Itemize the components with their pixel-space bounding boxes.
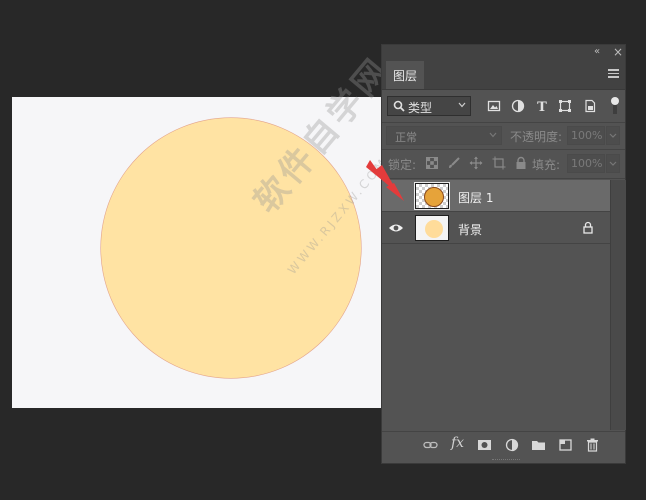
document-canvas[interactable] <box>12 97 381 408</box>
thumbnail-circle <box>424 187 444 207</box>
blend-mode-value: 正常 <box>395 131 417 144</box>
fill-dropdown-button[interactable] <box>606 154 620 173</box>
red-annotation-arrow-icon <box>366 160 404 201</box>
fill-label: 填充: <box>532 158 561 172</box>
type-filter-icon[interactable]: T <box>535 99 549 113</box>
close-panel-icon[interactable]: × <box>613 45 623 59</box>
search-icon <box>393 100 405 112</box>
thumbnail-circle <box>425 220 443 238</box>
layer-row-background[interactable]: 背景 <box>382 212 610 244</box>
blend-row: 正常 不透明度: 100% <box>382 124 625 148</box>
blend-mode-select[interactable]: 正常 <box>386 126 502 145</box>
adjustment-layer-icon[interactable] <box>505 438 520 452</box>
panel-titlebar: « × <box>382 45 625 61</box>
opacity-label: 不透明度: <box>510 130 563 144</box>
filter-toggle-switch[interactable] <box>611 97 619 105</box>
divider <box>382 178 625 179</box>
panel-resize-handle[interactable] <box>492 459 520 463</box>
filter-toggle-track <box>613 104 617 114</box>
layer-thumbnail[interactable] <box>414 182 450 210</box>
new-layer-icon[interactable] <box>558 438 573 452</box>
smartobject-filter-icon[interactable] <box>583 99 597 113</box>
layers-bottom-toolbar: fx <box>382 431 625 458</box>
layer-filter-row: 类型 T <box>382 94 625 120</box>
opacity-dropdown-button[interactable] <box>606 126 620 145</box>
lock-all-icon[interactable] <box>514 156 528 170</box>
layers-scrollbar[interactable] <box>610 180 626 430</box>
layer-name[interactable]: 图层 1 <box>458 189 493 206</box>
fx-icon[interactable]: fx <box>451 435 466 451</box>
layers-panel: « × 图层 类型 T 正常 不透明度: 100% 锁定: 填充: 100% 图… <box>381 44 626 464</box>
yellow-circle-shape[interactable] <box>101 118 361 378</box>
chevron-down-icon <box>489 132 497 138</box>
image-filter-icon[interactable] <box>487 99 501 113</box>
adjustment-filter-icon[interactable] <box>511 99 525 113</box>
artboard-icon[interactable] <box>492 156 506 170</box>
fill-input[interactable]: 100% <box>567 154 605 173</box>
svg-text:T: T <box>537 100 547 113</box>
chevron-down-icon <box>609 133 617 138</box>
chevron-down-icon <box>458 102 466 108</box>
chevron-down-icon <box>609 161 617 166</box>
opacity-input[interactable]: 100% <box>567 126 605 145</box>
trash-icon[interactable] <box>585 438 600 452</box>
link-layers-icon[interactable] <box>423 438 438 452</box>
layer-name[interactable]: 背景 <box>458 221 482 238</box>
layer-row-layer1[interactable]: 图层 1 <box>382 180 610 212</box>
group-folder-icon[interactable] <box>531 438 546 452</box>
shape-filter-icon[interactable] <box>558 99 572 113</box>
collapse-panel-icon[interactable]: « <box>594 46 600 57</box>
divider <box>382 122 625 123</box>
layers-list: 图层 1 背景 <box>382 180 610 430</box>
divider <box>382 149 625 150</box>
brush-icon[interactable] <box>447 156 461 170</box>
eye-visibility-icon[interactable] <box>388 222 404 234</box>
move-icon[interactable] <box>469 156 483 170</box>
lock-icon[interactable] <box>582 221 594 234</box>
filter-type-select[interactable]: 类型 <box>387 96 471 116</box>
lock-row: 锁定: 填充: 100% <box>382 151 625 175</box>
hamburger-menu-icon[interactable] <box>608 69 619 79</box>
panel-tab-row: 图层 <box>382 61 625 90</box>
layer-thumbnail[interactable] <box>415 215 449 241</box>
tab-layers[interactable]: 图层 <box>386 61 424 89</box>
filter-type-label: 类型 <box>408 101 433 115</box>
lock-transparent-pixels-icon[interactable] <box>425 156 439 170</box>
layer-mask-icon[interactable] <box>477 438 492 452</box>
